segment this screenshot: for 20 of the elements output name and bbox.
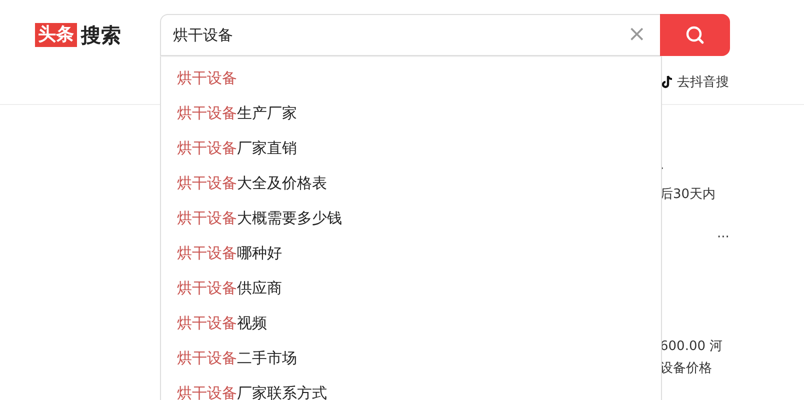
search-button[interactable]	[660, 14, 730, 56]
suggestion-item[interactable]: 烘干设备二手市场	[161, 341, 661, 376]
logo-badge: 头条	[35, 23, 77, 47]
douyin-search-link[interactable]: 去抖音搜	[662, 73, 730, 91]
logo-text: 搜索	[81, 24, 121, 46]
suggestion-item[interactable]: 烘干设备厂家联系方式	[161, 376, 661, 400]
suggestion-item[interactable]: 烘干设备供应商	[161, 271, 661, 306]
suggestion-item[interactable]: 烘干设备大概需要多少钱	[161, 201, 661, 236]
music-note-icon	[662, 75, 674, 89]
suggestion-item[interactable]: 烘干设备厂家直销	[161, 131, 661, 166]
suggestion-item[interactable]: 烘干设备生产厂家	[161, 96, 661, 131]
suggestion-item[interactable]: 烘干设备	[161, 61, 661, 96]
search-icon	[685, 25, 705, 45]
suggestion-item[interactable]: 烘干设备哪种好	[161, 236, 661, 271]
suggestion-item[interactable]: 烘干设备视频	[161, 306, 661, 341]
suggestion-item[interactable]: 烘干设备大全及价格表	[161, 166, 661, 201]
search-field[interactable]: 烘干设备 ×	[160, 14, 660, 56]
price-text: 600.00 河	[660, 338, 723, 355]
more-icon[interactable]: ···	[717, 230, 730, 245]
date-text: 后30天内	[660, 186, 716, 203]
